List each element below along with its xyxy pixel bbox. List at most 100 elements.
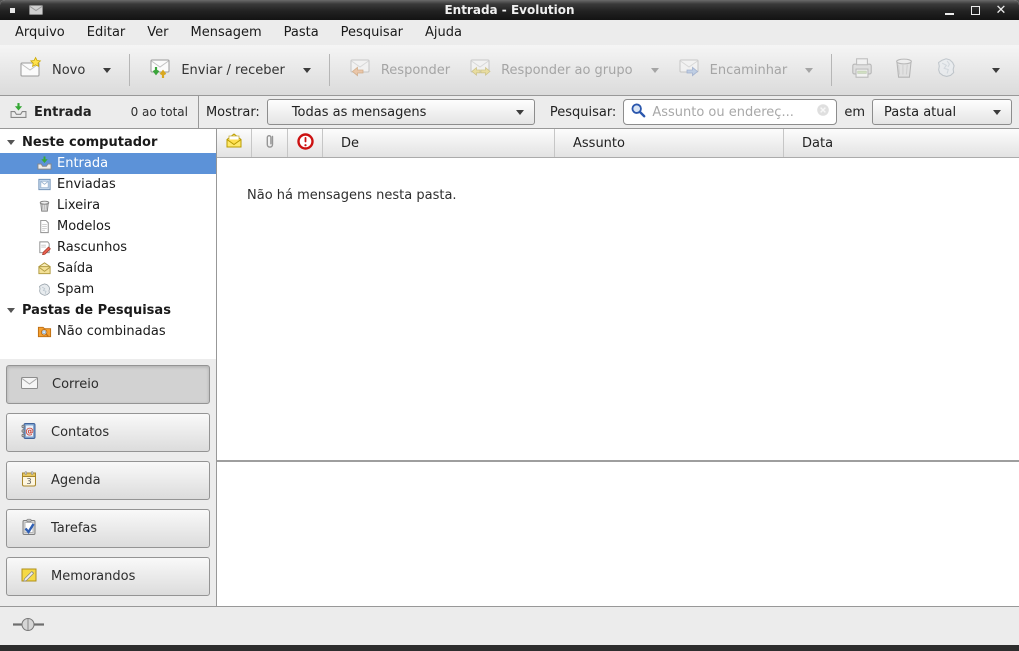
forward-button[interactable]: Encaminhar bbox=[668, 51, 823, 89]
menu-pesquisar[interactable]: Pesquisar bbox=[330, 21, 414, 44]
search-label: Pesquisar: bbox=[550, 105, 617, 120]
chevron-down-icon[interactable] bbox=[303, 68, 311, 73]
menu-ver[interactable]: Ver bbox=[136, 21, 179, 44]
drafts-icon bbox=[37, 240, 53, 255]
inbox-icon bbox=[37, 156, 53, 171]
online-status-icon[interactable] bbox=[12, 616, 46, 637]
send-receive-label: Enviar / receber bbox=[181, 63, 285, 78]
clear-search-icon[interactable] bbox=[816, 103, 830, 121]
menu-pasta[interactable]: Pasta bbox=[273, 21, 330, 44]
column-header-date[interactable]: Data bbox=[784, 129, 1019, 157]
toolbar: Novo Enviar / receber Responder Responde… bbox=[0, 45, 1019, 96]
sidebar-item-nao-combinadas[interactable]: Não combinadas bbox=[0, 321, 216, 342]
minimize-button[interactable] bbox=[943, 4, 955, 16]
reply-group-button[interactable]: Responder ao grupo bbox=[459, 51, 668, 89]
print-button[interactable] bbox=[841, 50, 883, 90]
send-receive-button[interactable]: Enviar / receber bbox=[139, 51, 320, 89]
chevron-down-icon[interactable] bbox=[651, 68, 659, 73]
switcher-memos-button[interactable]: Memorandos bbox=[6, 557, 210, 596]
menu-ajuda[interactable]: Ajuda bbox=[414, 21, 473, 44]
sidebar-item-entrada[interactable]: Entrada bbox=[0, 153, 216, 174]
maximize-button[interactable] bbox=[969, 4, 981, 16]
attachment-icon bbox=[262, 133, 278, 154]
column-read-status[interactable] bbox=[217, 129, 252, 157]
toolbar-separator bbox=[329, 54, 330, 86]
menu-mensagem[interactable]: Mensagem bbox=[180, 21, 273, 44]
junk-button[interactable] bbox=[925, 50, 967, 90]
chevron-down-icon bbox=[516, 110, 524, 115]
menu-editar[interactable]: Editar bbox=[76, 21, 137, 44]
outbox-icon bbox=[37, 261, 53, 276]
junk-icon bbox=[933, 55, 959, 85]
calendar-icon: 3 bbox=[20, 470, 38, 492]
message-pane: De Assunto Data Não há mensagens nesta p… bbox=[217, 129, 1019, 606]
message-list[interactable]: Não há mensagens nesta pasta. bbox=[217, 158, 1019, 460]
search-folder-icon bbox=[37, 324, 53, 339]
window-bottom-border bbox=[0, 645, 1019, 651]
folder-tree: Neste computador Entrada Enviadas bbox=[0, 129, 216, 359]
column-header-from[interactable]: De bbox=[323, 129, 555, 157]
search-scope-value: Pasta atual bbox=[884, 105, 956, 120]
sidebar-item-enviadas[interactable]: Enviadas bbox=[0, 174, 216, 195]
tree-group-search-folders[interactable]: Pastas de Pesquisas bbox=[0, 300, 216, 321]
sidebar-item-modelos[interactable]: Modelos bbox=[0, 216, 216, 237]
delete-button[interactable] bbox=[883, 50, 925, 90]
reply-group-label: Responder ao grupo bbox=[501, 63, 633, 78]
close-button[interactable]: ✕ bbox=[995, 4, 1007, 16]
view-switcher: Correio @ Contatos 3 Agenda bbox=[0, 359, 216, 606]
memos-icon bbox=[20, 566, 38, 588]
trash-icon bbox=[891, 55, 917, 85]
sidebar-item-saida[interactable]: Saída bbox=[0, 258, 216, 279]
reply-all-icon bbox=[468, 56, 492, 84]
new-mail-icon bbox=[19, 56, 43, 84]
search-box[interactable] bbox=[623, 99, 837, 125]
chevron-down-icon bbox=[992, 68, 1000, 73]
preview-pane bbox=[217, 462, 1019, 606]
menu-arquivo[interactable]: Arquivo bbox=[4, 21, 76, 44]
search-scope-dropdown[interactable]: Pasta atual bbox=[872, 99, 1012, 125]
search-input[interactable] bbox=[652, 105, 811, 120]
switcher-calendar-button[interactable]: 3 Agenda bbox=[6, 461, 210, 500]
show-filter-dropdown[interactable]: Todas as mensagens bbox=[267, 99, 535, 125]
send-receive-icon bbox=[148, 56, 172, 84]
junk-icon bbox=[37, 282, 53, 297]
chevron-down-icon[interactable] bbox=[805, 68, 813, 73]
sent-icon bbox=[37, 177, 53, 192]
evolution-window: Entrada - Evolution ✕ Arquivo Editar Ver… bbox=[0, 0, 1019, 651]
reply-label: Responder bbox=[381, 63, 450, 78]
contacts-icon: @ bbox=[20, 422, 38, 444]
printer-icon bbox=[849, 55, 875, 85]
show-filter-value: Todas as mensagens bbox=[292, 105, 427, 120]
current-folder-header: Entrada 0 ao total bbox=[0, 96, 199, 128]
column-header-subject[interactable]: Assunto bbox=[555, 129, 784, 157]
switcher-tasks-button[interactable]: Tarefas bbox=[6, 509, 210, 548]
sidebar: Neste computador Entrada Enviadas bbox=[0, 129, 217, 606]
toolbar-overflow-button[interactable] bbox=[974, 63, 1009, 78]
reply-button[interactable]: Responder bbox=[339, 51, 459, 89]
templates-icon bbox=[37, 219, 53, 234]
column-attachment[interactable] bbox=[252, 129, 288, 157]
read-status-icon bbox=[225, 133, 243, 153]
toolbar-separator bbox=[129, 54, 130, 86]
search-icon bbox=[630, 102, 647, 123]
sidebar-item-spam[interactable]: Spam bbox=[0, 279, 216, 300]
switcher-mail-button[interactable]: Correio bbox=[6, 365, 210, 404]
priority-icon bbox=[296, 132, 315, 155]
expander-triangle-icon[interactable] bbox=[7, 140, 15, 145]
forward-label: Encaminhar bbox=[710, 63, 788, 78]
sidebar-item-lixeira[interactable]: Lixeira bbox=[0, 195, 216, 216]
svg-text:3: 3 bbox=[26, 477, 31, 486]
titlebar: Entrada - Evolution ✕ bbox=[0, 0, 1019, 20]
message-count: 0 ao total bbox=[131, 105, 188, 119]
show-label: Mostrar: bbox=[206, 105, 260, 120]
tree-group-this-computer[interactable]: Neste computador bbox=[0, 132, 216, 153]
sidebar-item-rascunhos[interactable]: Rascunhos bbox=[0, 237, 216, 258]
expander-triangle-icon[interactable] bbox=[7, 308, 15, 313]
column-priority[interactable] bbox=[288, 129, 323, 157]
menubar: Arquivo Editar Ver Mensagem Pasta Pesqui… bbox=[0, 20, 1019, 45]
new-button[interactable]: Novo bbox=[10, 51, 120, 89]
chevron-down-icon[interactable] bbox=[103, 68, 111, 73]
switcher-contacts-button[interactable]: @ Contatos bbox=[6, 413, 210, 452]
current-folder-name: Entrada bbox=[34, 105, 92, 120]
empty-folder-message: Não há mensagens nesta pasta. bbox=[247, 188, 457, 203]
